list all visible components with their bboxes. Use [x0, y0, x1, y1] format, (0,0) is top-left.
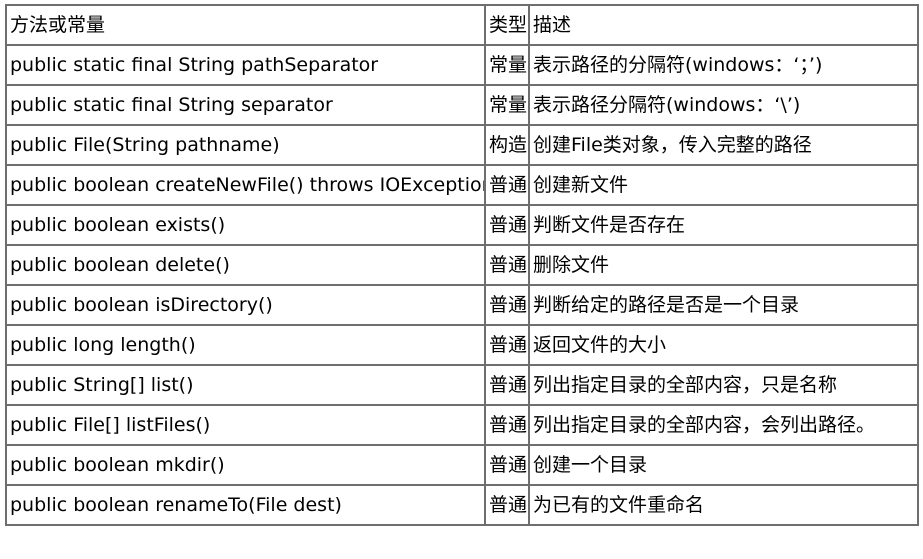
header-method: 方法或常量 — [5, 4, 486, 46]
table-row: public boolean isDirectory() 普通 判断给定的路径是… — [5, 284, 919, 326]
cell-type: 普通 — [484, 284, 530, 326]
cell-desc: 判断文件是否存在 — [528, 204, 919, 246]
table-row: public boolean createNewFile() throws IO… — [5, 164, 919, 206]
cell-desc: 列出指定目录的全部内容，只是名称 — [528, 364, 919, 406]
cell-method: public long length() — [5, 324, 486, 366]
cell-type: 普通 — [484, 204, 530, 246]
file-api-table: 方法或常量 类型 描述 public static final String p… — [5, 4, 919, 526]
cell-method: public boolean mkdir() — [5, 444, 486, 486]
cell-type: 普通 — [484, 324, 530, 366]
cell-desc: 表示路径分隔符(windows：‘\’) — [528, 84, 919, 126]
cell-type: 普通 — [484, 444, 530, 486]
cell-type: 普通 — [484, 244, 530, 286]
table-row: public long length() 普通 返回文件的大小 — [5, 324, 919, 366]
cell-method: public boolean renameTo(File dest) — [5, 484, 486, 526]
table-row: public static final String separator 常量 … — [5, 84, 919, 126]
header-desc: 描述 — [528, 4, 919, 46]
table-row: public String[] list() 普通 列出指定目录的全部内容，只是… — [5, 364, 919, 406]
cell-desc: 判断给定的路径是否是一个目录 — [528, 284, 919, 326]
table-row: public File(String pathname) 构造 创建File类对… — [5, 124, 919, 166]
cell-method: public boolean createNewFile() throws IO… — [5, 164, 486, 206]
cell-method: public boolean delete() — [5, 244, 486, 286]
cell-type: 常量 — [484, 44, 530, 86]
cell-method: public static final String pathSeparator — [5, 44, 486, 86]
cell-method: public File[] listFiles() — [5, 404, 486, 446]
table-row: public boolean delete() 普通 删除文件 — [5, 244, 919, 286]
cell-desc: 列出指定目录的全部内容，会列出路径。 — [528, 404, 919, 446]
cell-type: 普通 — [484, 404, 530, 446]
cell-desc: 返回文件的大小 — [528, 324, 919, 366]
cell-type: 构造 — [484, 124, 530, 166]
cell-method: public boolean isDirectory() — [5, 284, 486, 326]
cell-desc: 创建一个目录 — [528, 444, 919, 486]
header-type: 类型 — [484, 4, 530, 46]
table-row: public static final String pathSeparator… — [5, 44, 919, 86]
cell-desc: 创建新文件 — [528, 164, 919, 206]
cell-type: 普通 — [484, 364, 530, 406]
cell-desc: 删除文件 — [528, 244, 919, 286]
cell-method: public boolean exists() — [5, 204, 486, 246]
cell-desc: 为已有的文件重命名 — [528, 484, 919, 526]
cell-method: public String[] list() — [5, 364, 486, 406]
cell-method: public File(String pathname) — [5, 124, 486, 166]
table-header-row: 方法或常量 类型 描述 — [5, 4, 919, 46]
cell-type: 普通 — [484, 484, 530, 526]
cell-method: public static final String separator — [5, 84, 486, 126]
cell-type: 常量 — [484, 84, 530, 126]
cell-desc: 表示路径的分隔符(windows：‘；’) — [528, 44, 919, 86]
table-row: public File[] listFiles() 普通 列出指定目录的全部内容… — [5, 404, 919, 446]
cell-desc: 创建File类对象，传入完整的路径 — [528, 124, 919, 166]
table-row: public boolean exists() 普通 判断文件是否存在 — [5, 204, 919, 246]
table-row: public boolean renameTo(File dest) 普通 为已… — [5, 484, 919, 526]
cell-type: 普通 — [484, 164, 530, 206]
table-row: public boolean mkdir() 普通 创建一个目录 — [5, 444, 919, 486]
